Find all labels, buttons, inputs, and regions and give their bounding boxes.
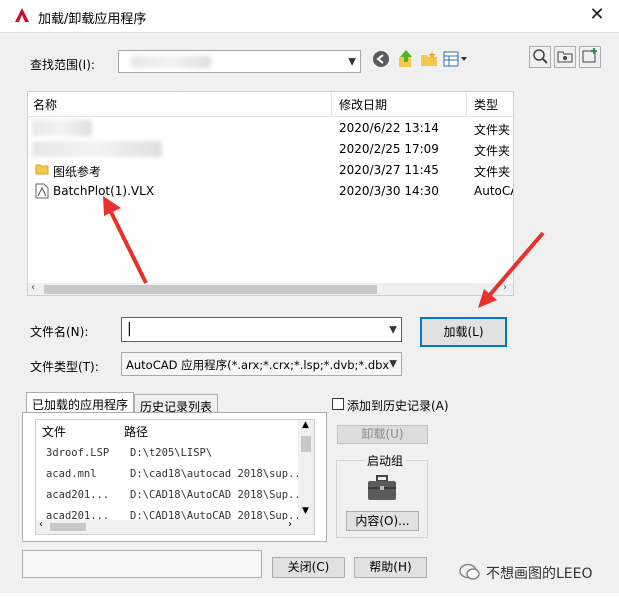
back-icon[interactable] [371,50,391,70]
blurred-folder-name [131,56,211,68]
filename-input[interactable]: | ▼ [121,317,402,342]
title-bar: 加载/卸载应用程序 ✕ [0,0,619,32]
loaded-file: acad201... [46,489,110,501]
scroll-left-icon[interactable]: ‹ [39,519,43,530]
chevron-down-icon: ▼ [389,358,397,370]
tab-loaded-apps[interactable]: 已加载的应用程序 [26,392,135,413]
text-caret: | [127,321,132,337]
add-location-icon[interactable] [579,46,601,68]
autocad-logo-icon [14,7,30,23]
briefcase-icon[interactable] [366,474,398,505]
wechat-icon [459,563,481,584]
blurred-item [32,120,92,136]
loaded-path: D:\CAD18\AutoCAD 2018\Sup... [130,489,298,501]
chevron-down-icon: ▼ [348,56,356,67]
file-type: 文件夹 [474,165,511,179]
chevron-down-icon: ▼ [389,324,397,335]
file-date: 2020/6/22 13:14 [339,121,439,135]
loaded-path: D:\CAD18\AutoCAD 2018\Sup... [130,510,298,520]
horizontal-scrollbar[interactable]: ‹ › [28,282,513,295]
close-window-icon[interactable]: ✕ [586,4,608,26]
sort-caret-icon: ⌃ [175,91,184,100]
startup-group-title: 启动组 [364,452,407,469]
column-header-path[interactable]: 路径 [124,423,148,440]
tab-history-list[interactable]: 历史记录列表 [134,394,219,414]
column-header-type[interactable]: 类型 [474,96,498,113]
file-name: 图纸参考 [53,165,102,179]
lookin-combo[interactable]: ▼ [118,50,361,73]
scroll-left-icon[interactable]: ‹ [31,282,35,293]
file-list[interactable]: 名称 ⌃ 修改日期 类型 2020/6/22 13:14 文件夹 2020/2/… [27,91,514,296]
file-row[interactable]: BatchPlot(1).VLX 2020/3/30 14:30 AutoCA [28,181,513,202]
file-row[interactable]: 2020/2/25 17:09 文件夹 [28,139,513,160]
vlx-file-icon [35,183,49,202]
file-row[interactable]: 图纸参考 2020/3/27 11:45 文件夹 [28,160,513,181]
list-item[interactable]: acad.mnl D:\cad18\autocad 2018\sup... [36,464,298,485]
loaded-file: 3droof.LSP [46,447,110,459]
file-type: 文件夹 [474,144,511,158]
file-name: BatchPlot(1).VLX [53,184,155,198]
list-item[interactable]: acad201... D:\CAD18\AutoCAD 2018\Sup... [36,485,298,506]
new-folder-icon[interactable] [419,50,439,70]
close-button[interactable]: 关闭(C) [272,557,345,578]
scrollbar-thumb[interactable] [44,285,377,294]
file-list-header: 名称 ⌃ 修改日期 类型 [28,91,513,117]
folder-icon [35,162,49,179]
file-date: 2020/2/25 17:09 [339,142,439,156]
vertical-scrollbar[interactable]: ▲ ▼ [298,420,314,534]
list-item[interactable]: acad201... D:\CAD18\AutoCAD 2018\Sup... [36,506,298,520]
file-type: AutoCA [474,184,513,198]
filename-label: 文件名(N): [30,325,89,339]
locations-icon[interactable] [554,46,576,68]
load-button[interactable]: 加载(L) [420,317,507,347]
find-icon[interactable] [529,46,551,68]
loaded-file: acad201... [46,510,110,520]
file-row[interactable]: 2020/6/22 13:14 文件夹 [28,118,513,139]
up-folder-icon[interactable] [396,49,416,69]
column-header-file[interactable]: 文件 [42,423,66,440]
add-to-history-label: 添加到历史记录(A) [347,399,449,413]
column-divider [466,92,467,116]
lookin-label: 查找范围(I): [30,58,95,72]
scroll-right-icon[interactable]: › [503,282,507,293]
scroll-right-icon[interactable]: › [288,519,292,530]
loaded-path: D:\t205\LISP\ [130,447,213,459]
file-date: 2020/3/30 14:30 [339,184,439,198]
column-header-date[interactable]: 修改日期 [339,96,387,113]
unload-button[interactable]: 卸载(U) [337,425,428,444]
contents-button[interactable]: 内容(O)... [346,511,419,531]
list-item[interactable]: 3droof.LSP D:\t205\LISP\ [36,443,298,464]
scroll-up-icon[interactable]: ▲ [302,420,309,430]
scrollbar-thumb[interactable] [301,436,311,452]
help-button[interactable]: 帮助(H) [354,557,427,578]
filetype-label: 文件类型(T): [30,360,99,374]
inner-horizontal-scrollbar[interactable]: ‹ › [36,519,298,534]
column-divider [331,92,332,116]
loaded-apps-list[interactable]: 文件 路径 3droof.LSP D:\t205\LISP\ acad.mnl … [35,419,315,535]
window-title: 加载/卸载应用程序 [38,12,147,27]
status-box [22,550,262,578]
loaded-file: acad.mnl [46,468,97,480]
column-header-name[interactable]: 名称 [33,96,57,113]
file-type: 文件夹 [474,123,511,137]
file-date: 2020/3/27 11:45 [339,163,439,177]
loaded-path: D:\cad18\autocad 2018\sup... [130,468,298,480]
scroll-down-icon[interactable]: ▼ [302,506,309,516]
filetype-select[interactable]: AutoCAD 应用程序(*.arx;*.crx;*.lsp;*.dvb;*.d… [121,352,402,376]
blurred-item [32,141,162,157]
add-to-history-checkbox[interactable] [332,398,344,410]
filetype-value: AutoCAD 应用程序(*.arx;*.crx;*.lsp;*.dvb;*.d… [126,358,390,372]
views-menu-icon[interactable] [443,50,469,70]
watermark-text: 不想画图的LEEO [486,566,593,582]
scrollbar-thumb[interactable] [50,523,86,531]
